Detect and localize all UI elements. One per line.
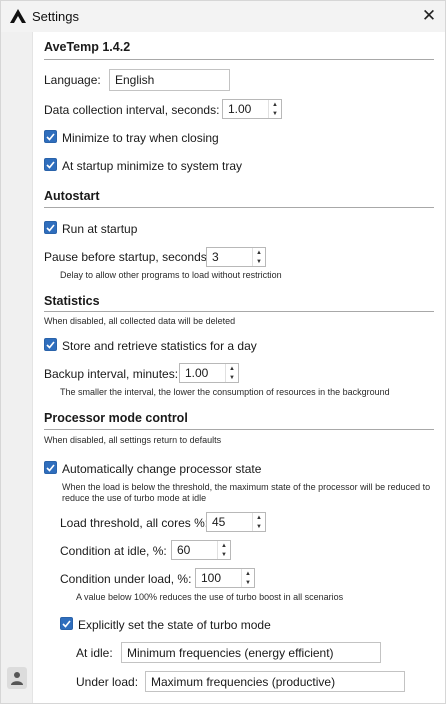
checkmark-icon <box>46 132 55 141</box>
decrement-arrow-icon[interactable]: ▼ <box>218 550 230 559</box>
increment-arrow-icon[interactable]: ▲ <box>253 513 265 522</box>
pause-label: Pause before startup, seconds: <box>44 250 211 264</box>
at-idle-label: At idle: <box>76 646 113 660</box>
backup-interval-value: 1.00 <box>185 366 209 380</box>
interval-stepper[interactable]: 1.00 ▲ ▼ <box>222 99 282 119</box>
settings-content: AveTemp 1.4.2 Language: English Data col… <box>34 32 444 703</box>
store-statistics-label[interactable]: Store and retrieve statistics for a day <box>62 339 257 353</box>
auto-change-state-checkbox[interactable] <box>44 461 57 474</box>
minimize-to-tray-checkbox[interactable] <box>44 130 57 143</box>
checkmark-icon <box>46 223 55 232</box>
backup-interval-stepper[interactable]: 1.00 ▲ ▼ <box>179 363 239 383</box>
startup-minimize-label[interactable]: At startup minimize to system tray <box>62 159 242 173</box>
auto-change-state-label[interactable]: Automatically change processor state <box>62 462 261 476</box>
increment-arrow-icon[interactable]: ▲ <box>218 541 230 550</box>
load-threshold-label: Load threshold, all cores %: <box>60 516 209 530</box>
pause-value: 3 <box>212 250 219 264</box>
under-load-select[interactable]: Maximum frequencies (productive) <box>145 671 405 692</box>
load-condition-hint: A value below 100% reduces the use of tu… <box>76 592 344 602</box>
turbo-mode-label[interactable]: Explicitly set the state of turbo mode <box>78 618 271 632</box>
idle-condition-stepper[interactable]: 60 ▲ ▼ <box>171 540 231 560</box>
load-condition-stepper[interactable]: 100 ▲ ▼ <box>195 568 255 588</box>
load-threshold-stepper[interactable]: 45 ▲ ▼ <box>206 512 266 532</box>
increment-arrow-icon[interactable]: ▲ <box>226 364 238 373</box>
idle-condition-value: 60 <box>177 543 191 557</box>
language-select[interactable]: English <box>109 69 230 91</box>
increment-arrow-icon[interactable]: ▲ <box>242 569 254 578</box>
auto-change-hint-line-1: When the load is below the threshold, th… <box>62 482 431 492</box>
at-idle-select[interactable]: Minimum frequencies (energy efficient) <box>121 642 381 663</box>
turbo-mode-checkbox[interactable] <box>60 617 73 630</box>
increment-arrow-icon[interactable]: ▲ <box>269 100 281 109</box>
window-title: Settings <box>32 9 79 24</box>
pause-hint: Delay to allow other programs to load wi… <box>60 270 282 280</box>
interval-value: 1.00 <box>228 102 252 116</box>
under-load-label: Under load: <box>76 675 139 689</box>
decrement-arrow-icon[interactable]: ▼ <box>226 373 238 382</box>
under-load-value: Maximum frequencies (productive) <box>151 674 336 689</box>
checkmark-icon <box>46 463 55 472</box>
run-at-startup-checkbox[interactable] <box>44 221 57 234</box>
store-statistics-checkbox[interactable] <box>44 338 57 351</box>
decrement-arrow-icon[interactable]: ▼ <box>253 257 265 266</box>
settings-window: Settings ✕ AveTemp 1.4.2 Language: Engli… <box>0 0 446 704</box>
processor-heading: Processor mode control <box>44 411 188 425</box>
minimize-to-tray-label[interactable]: Minimize to tray when closing <box>62 131 219 145</box>
pause-stepper[interactable]: 3 ▲ ▼ <box>206 247 266 267</box>
interval-label: Data collection interval, seconds: <box>44 103 220 117</box>
divider <box>44 59 434 60</box>
checkmark-icon <box>62 619 71 628</box>
load-condition-value: 100 <box>201 571 222 585</box>
statistics-heading: Statistics <box>44 294 100 308</box>
profile-icon[interactable] <box>7 667 27 689</box>
language-value: English <box>115 73 155 87</box>
divider <box>44 311 434 312</box>
auto-change-hint-line-2: reduce the use of turbo mode at idle <box>62 493 207 503</box>
statistics-note: When disabled, all collected data will b… <box>44 316 236 326</box>
backup-interval-hint: The smaller the interval, the lower the … <box>60 387 390 397</box>
decrement-arrow-icon[interactable]: ▼ <box>242 578 254 587</box>
divider <box>44 429 434 430</box>
decrement-arrow-icon[interactable]: ▼ <box>253 522 265 531</box>
left-sidebar <box>1 32 33 703</box>
autostart-heading: Autostart <box>44 189 100 203</box>
close-button[interactable]: ✕ <box>417 4 441 28</box>
increment-arrow-icon[interactable]: ▲ <box>253 248 265 257</box>
backup-interval-label: Backup interval, minutes: <box>44 367 179 381</box>
run-at-startup-label[interactable]: Run at startup <box>62 222 137 236</box>
load-condition-label: Condition under load, %: <box>60 572 192 586</box>
title-bar[interactable]: Settings ✕ <box>1 1 445 32</box>
decrement-arrow-icon[interactable]: ▼ <box>269 109 281 118</box>
app-version-heading: AveTemp 1.4.2 <box>44 40 131 54</box>
startup-minimize-checkbox[interactable] <box>44 158 57 171</box>
divider <box>44 207 434 208</box>
idle-condition-label: Condition at idle, %: <box>60 544 167 558</box>
language-label: Language: <box>44 73 101 87</box>
avetemp-logo-icon <box>9 8 27 24</box>
checkmark-icon <box>46 160 55 169</box>
close-icon: ✕ <box>421 6 437 25</box>
checkmark-icon <box>46 340 55 349</box>
at-idle-value: Minimum frequencies (energy efficient) <box>127 645 334 660</box>
load-threshold-value: 45 <box>212 515 226 529</box>
processor-note: When disabled, all settings return to de… <box>44 435 222 445</box>
